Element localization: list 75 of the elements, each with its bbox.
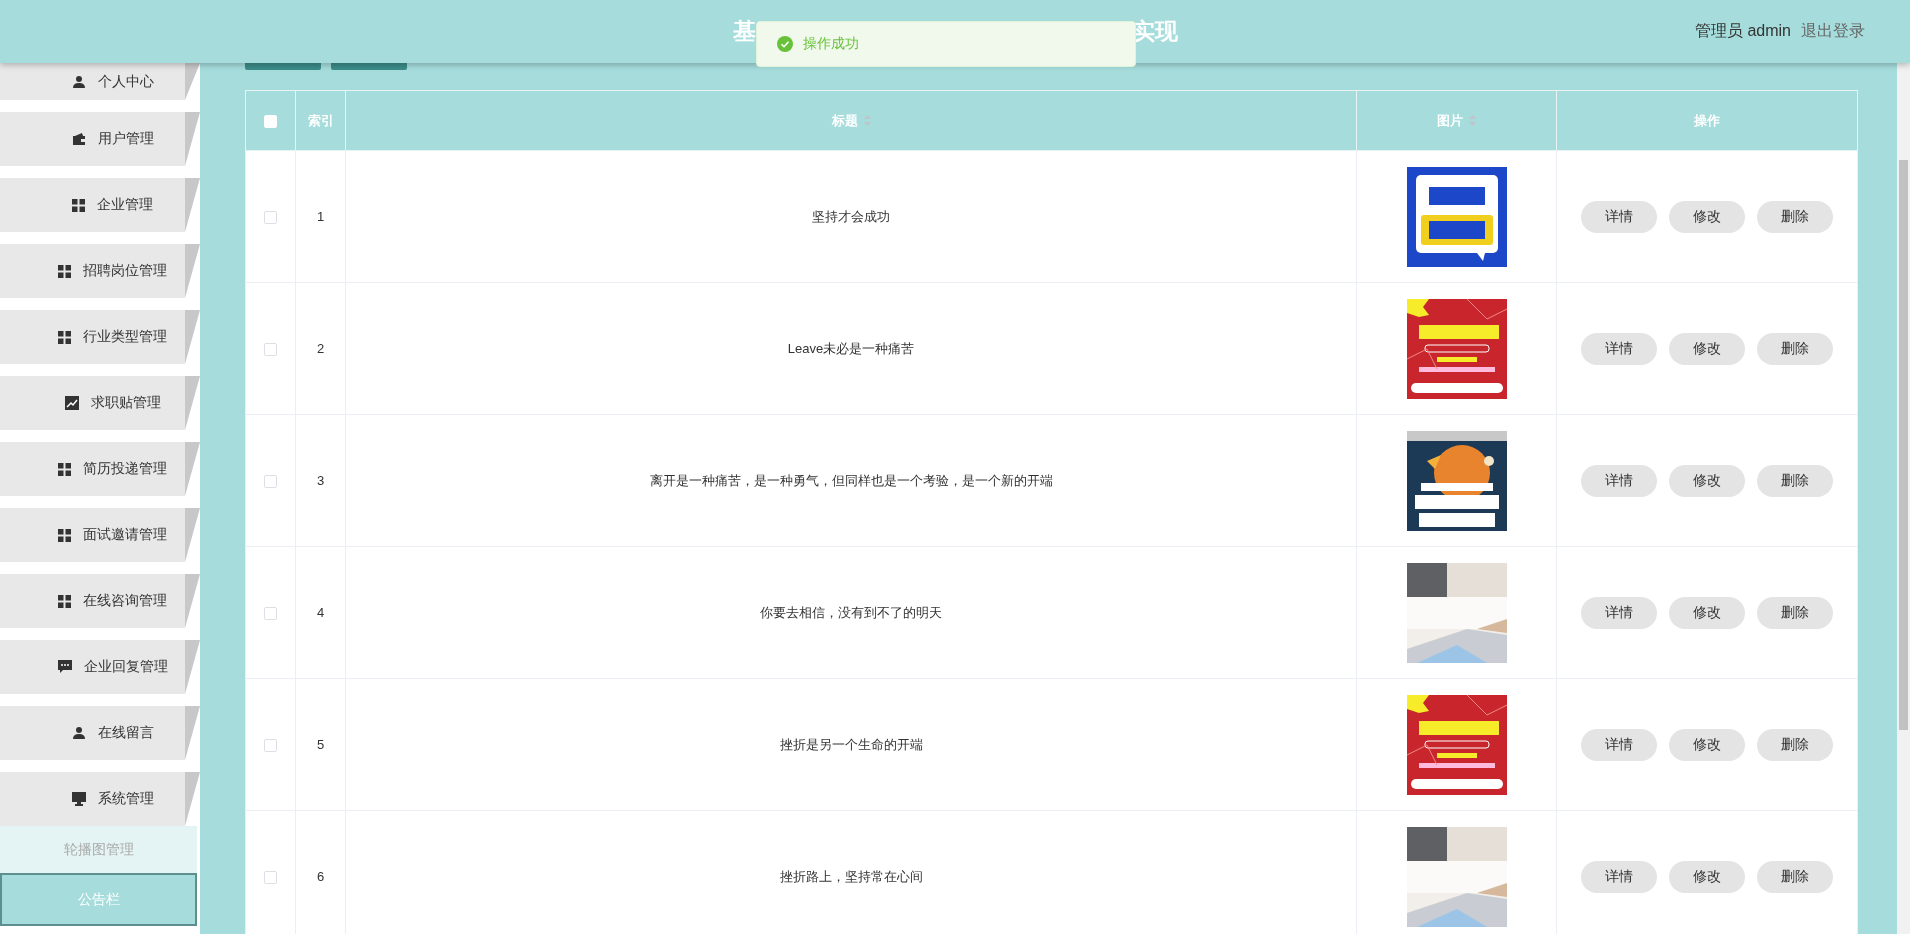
sort-icon[interactable] xyxy=(863,115,871,126)
toolbar-button[interactable] xyxy=(331,63,407,70)
notice-title: Leave未必是一种痛苦 xyxy=(787,340,915,356)
row-index: 5 xyxy=(316,737,325,752)
details-button[interactable]: 详情 xyxy=(1581,596,1657,629)
column-header: 图片 xyxy=(1437,111,1463,130)
delete-button[interactable]: 删除 xyxy=(1757,464,1833,497)
menu-item[interactable]: 企业回复管理 xyxy=(0,640,200,694)
notice-title: 坚持才会成功 xyxy=(812,208,890,224)
details-button[interactable]: 详情 xyxy=(1581,728,1657,761)
notice-title: 离开是一种痛苦，是一种勇气，但同样也是一个考验，是一个新的开端 xyxy=(649,472,1053,488)
edit-button[interactable]: 修改 xyxy=(1669,728,1745,761)
delete-button[interactable]: 删除 xyxy=(1757,728,1833,761)
page-title: 基 xyxy=(732,17,756,46)
menu-item[interactable]: 招聘岗位管理 xyxy=(0,244,200,298)
menu-item[interactable]: 个人中心 xyxy=(0,63,200,100)
details-button[interactable]: 详情 xyxy=(1581,464,1657,497)
menu-item[interactable]: 用户管理 xyxy=(0,112,200,166)
toolbar-button[interactable] xyxy=(245,63,321,70)
delete-button[interactable]: 删除 xyxy=(1757,200,1833,233)
row-checkbox[interactable] xyxy=(264,739,277,753)
grid-icon xyxy=(58,528,71,542)
notice-title: 挫折是另一个生命的开端 xyxy=(779,736,923,752)
menu-item[interactable]: 简历投递管理 xyxy=(0,442,200,496)
person-icon xyxy=(71,74,86,89)
notice-title: 你要去相信，没有到不了的明天 xyxy=(760,604,942,620)
edit-button[interactable]: 修改 xyxy=(1669,464,1745,497)
notice-title: 挫折路上，坚持常在心间 xyxy=(779,868,923,884)
menu-item[interactable]: 在线咨询管理 xyxy=(0,574,200,628)
grid-icon xyxy=(58,264,71,278)
sort-icon[interactable] xyxy=(1469,115,1476,126)
delete-button[interactable]: 删除 xyxy=(1757,596,1833,629)
column-header: 标题 xyxy=(831,111,858,130)
column-header: 索引 xyxy=(307,111,334,130)
delete-button[interactable]: 删除 xyxy=(1757,860,1833,893)
logout-link[interactable]: 退出登录 xyxy=(1801,21,1865,42)
scrollbar[interactable] xyxy=(1897,63,1910,934)
menu-item[interactable]: 行业类型管理 xyxy=(0,310,200,364)
menu-item[interactable]: 面试邀请管理 xyxy=(0,508,200,562)
toast-message: 操作成功 xyxy=(756,21,1136,67)
user-name: 管理员 admin xyxy=(1694,21,1791,41)
edit-button[interactable]: 修改 xyxy=(1669,596,1745,629)
delete-button[interactable]: 删除 xyxy=(1757,332,1833,365)
message-icon xyxy=(57,660,72,674)
row-checkbox[interactable] xyxy=(264,343,277,357)
menu-item[interactable]: 企业管理 xyxy=(0,178,200,232)
details-button[interactable]: 详情 xyxy=(1581,860,1657,893)
menu-item[interactable]: 系统管理 xyxy=(0,772,200,826)
grid-icon xyxy=(58,330,71,344)
menu-item[interactable]: 在线留言 xyxy=(0,706,200,760)
wallet-icon xyxy=(71,132,86,146)
edit-button[interactable]: 修改 xyxy=(1669,332,1745,365)
person-icon xyxy=(71,726,86,740)
details-button[interactable]: 详情 xyxy=(1581,200,1657,233)
row-checkbox[interactable] xyxy=(264,607,277,621)
details-button[interactable]: 详情 xyxy=(1581,332,1657,365)
select-all-checkbox[interactable] xyxy=(264,115,277,129)
edit-button[interactable]: 修改 xyxy=(1669,200,1745,233)
row-index: 1 xyxy=(316,209,325,224)
grid-icon xyxy=(58,462,71,476)
row-index: 6 xyxy=(316,869,325,884)
grid-icon xyxy=(72,198,85,212)
edit-button[interactable]: 修改 xyxy=(1669,860,1745,893)
row-index: 4 xyxy=(316,605,325,620)
row-index: 2 xyxy=(316,341,325,356)
menu-item[interactable]: 求职贴管理 xyxy=(0,376,200,430)
row-index: 3 xyxy=(316,473,325,488)
row-checkbox[interactable] xyxy=(264,475,277,489)
check-icon xyxy=(777,36,793,52)
column-header: 操作 xyxy=(1694,111,1720,130)
monitor-icon xyxy=(71,792,86,806)
chart-icon xyxy=(64,396,79,410)
row-checkbox[interactable] xyxy=(264,871,277,885)
grid-icon xyxy=(58,594,71,608)
row-checkbox[interactable] xyxy=(264,211,277,225)
